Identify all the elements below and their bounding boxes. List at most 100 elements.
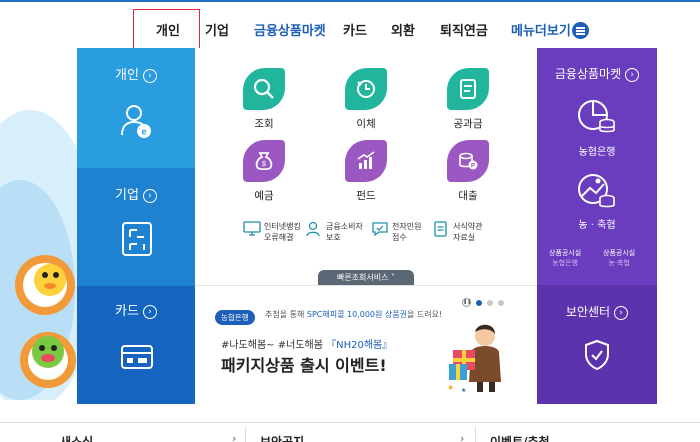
nav-personal[interactable]: 개인: [156, 20, 180, 39]
tile-label: 펀드: [356, 190, 376, 202]
bank-badge: 농협은행: [215, 310, 255, 325]
chevron-right-icon[interactable]: ›: [232, 432, 236, 442]
nav-foreign-exchange[interactable]: 외환: [391, 20, 415, 39]
coins-icon: P: [459, 152, 478, 170]
tile-label: 공과금: [453, 118, 483, 130]
nav-card[interactable]: 카드: [343, 20, 367, 39]
product-market-block[interactable]: 금융상품마켓 › 농협은행 농 · 축협 상품공시실 농협은행 상품공시실 농·축협: [537, 48, 657, 285]
news-heading[interactable]: 새소식: [60, 433, 93, 442]
gift-character-icon: ★ ★: [447, 324, 501, 394]
person-icon: [306, 221, 320, 237]
product-market-title: 금융상품마켓: [554, 67, 622, 81]
chart-icon: [357, 151, 375, 169]
credit-card-icon: [121, 345, 153, 369]
note-suffix: 을 드려요!: [406, 310, 443, 319]
link-internet-banking-error[interactable]: 인터넷뱅킹오류해결: [243, 221, 301, 243]
tile-transfer[interactable]: 이체: [336, 68, 396, 131]
disclosure-coop-link[interactable]: 상품공시실농·축협: [603, 248, 635, 268]
corporate-banking-block[interactable]: 기업 ›: [77, 168, 195, 286]
top-navigation: 개인 기업 금융상품마켓 카드 외환 퇴직연금 메뉴더보기: [0, 0, 700, 54]
note-prefix: 추첨을 통해: [265, 310, 307, 319]
svg-text:e: e: [141, 127, 146, 137]
card-service-block[interactable]: 카드 ›: [77, 286, 195, 404]
svg-text:★: ★: [461, 387, 466, 394]
right-service-column: 금융상품마켓 › 농협은행 농 · 축협 상품공시실 농협은행 상품공시실 농·축협 …: [537, 48, 657, 404]
note-highlight: SPC해피콜 10,000원 상품권: [306, 310, 407, 319]
link-forms-terms[interactable]: 서식약관자료실: [432, 221, 482, 243]
tile-label: 이체: [356, 118, 376, 130]
link-consumer-protection[interactable]: 금융소비자보호: [305, 221, 363, 243]
bill-icon: [460, 79, 476, 99]
disclosure-title: 상품공시실: [549, 249, 582, 257]
nav-more-menu[interactable]: 메뉴더보기: [511, 20, 571, 39]
building-document-icon: [122, 222, 152, 256]
bank-product-icon: [578, 100, 615, 133]
mini-label-line1: 금융소비자: [326, 222, 363, 231]
mini-label-line1: 전자민원: [392, 222, 422, 231]
decorative-character-area: [0, 60, 78, 400]
character-illustration-icon: [0, 110, 78, 400]
coop-label: 농 · 축협: [578, 220, 616, 231]
event-banner[interactable]: ❚❚ 농협은행 추첨을 통해 SPC해피콜 10,000원 상품권을 드려요! …: [195, 285, 537, 404]
transfer-icon: [357, 80, 375, 98]
banner-subtitle: #나도해봄~ #너도해봄 『NH20해봄』: [221, 336, 392, 351]
nav-retirement-pension[interactable]: 퇴직연금: [440, 20, 488, 39]
banner-controls: ❚❚: [462, 298, 504, 307]
hamburger-menu-icon[interactable]: [572, 22, 589, 39]
svg-text:P: P: [471, 164, 475, 170]
mini-label-line2: 자료실: [453, 233, 476, 242]
banner-dot-active[interactable]: [476, 299, 482, 306]
pause-icon[interactable]: ❚❚: [462, 298, 471, 307]
monitor-icon: [243, 221, 261, 236]
tile-label: 조회: [254, 118, 274, 130]
shield-check-icon: [585, 339, 609, 371]
chevron-right-icon: ›: [142, 305, 157, 319]
nh-bank-label: 농협은행: [578, 147, 616, 158]
tile-label: 예금: [254, 190, 274, 202]
disclosure-title: 상품공시실: [603, 249, 636, 257]
card-service-title: 카드: [115, 304, 139, 319]
chevron-right-icon[interactable]: ›: [460, 432, 464, 442]
link-e-complaint[interactable]: 전자민원접수: [371, 221, 421, 243]
tile-utility-bills[interactable]: 공과금: [438, 68, 498, 131]
disclosure-bank-link[interactable]: 상품공시실농협은행: [549, 248, 581, 268]
svg-text:★: ★: [447, 383, 454, 392]
tile-deposit[interactable]: $ 예금: [234, 140, 294, 203]
chevron-right-icon: ›: [142, 69, 157, 83]
quick-service-panel: 조회 이체 공과금 $ 예금 펀드 P 대출 인터넷뱅킹 오류해결 금융소비자 …: [195, 48, 537, 285]
document-icon: [434, 221, 447, 237]
banner-note: 추첨을 통해 SPC해피콜 10,000원 상품권을 드려요!: [265, 309, 442, 320]
banner-title: 패키지상품 출시 이벤트!: [221, 356, 387, 375]
chevron-right-icon: ›: [614, 306, 629, 320]
personal-banking-block[interactable]: 개인 › e: [77, 48, 195, 168]
banner-dot[interactable]: [487, 299, 493, 306]
quick-inquiry-service-tab[interactable]: 빠른조회서비스 ˅: [318, 270, 414, 286]
money-bag-icon: $: [255, 152, 273, 171]
mini-label-line2: 보호: [326, 233, 341, 242]
mini-label-line1: 서식약관: [453, 222, 483, 231]
mini-label-line2: 오류해결: [264, 233, 294, 242]
sub-highlight: 『NH20해봄』: [326, 340, 393, 351]
tile-inquiry[interactable]: 조회: [234, 68, 294, 131]
nav-corporate[interactable]: 기업: [205, 20, 229, 39]
banner-dot[interactable]: [498, 299, 504, 306]
svg-text:$: $: [262, 161, 266, 168]
mini-label-line2: 접수: [392, 233, 407, 242]
nav-product-market[interactable]: 금융상품마켓: [254, 20, 326, 39]
corporate-banking-title: 기업: [115, 188, 139, 203]
search-icon: [253, 78, 274, 99]
disclosure-subtitle: 농·축협: [608, 259, 630, 267]
disclosure-subtitle: 농협은행: [552, 259, 578, 267]
cooperative-product-icon: [578, 174, 615, 208]
user-banking-icon: e: [121, 105, 151, 138]
event-heading[interactable]: 이벤트/추첨: [490, 433, 550, 442]
tile-label: 대출: [458, 190, 478, 202]
security-center-title: 보안센터: [565, 305, 611, 319]
mini-label-line1: 인터넷뱅킹: [264, 222, 301, 231]
security-center-block[interactable]: 보안센터 ›: [537, 285, 657, 404]
tile-fund[interactable]: 펀드: [336, 140, 396, 203]
tile-loan[interactable]: P 대출: [438, 140, 498, 203]
chevron-right-icon: ›: [142, 189, 157, 203]
bottom-news-bar: 새소식 › 보안공지 › 이벤트/추첨: [0, 422, 700, 442]
security-notice-heading[interactable]: 보안공지: [260, 433, 304, 442]
